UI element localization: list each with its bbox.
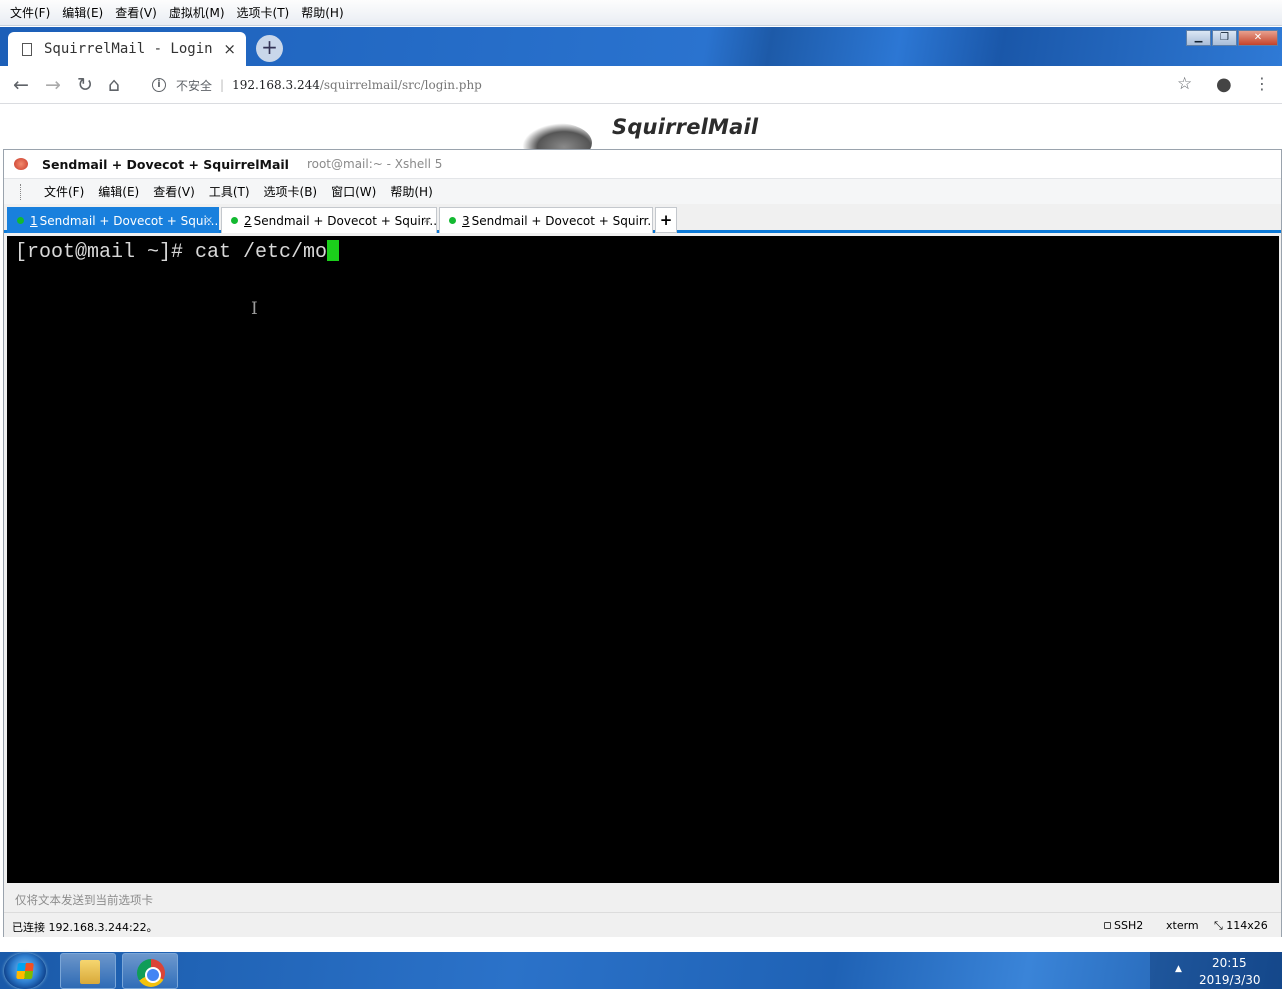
- clock-time[interactable]: 20:15: [1212, 956, 1247, 970]
- xshell-menu-window[interactable]: 窗口(W): [324, 183, 383, 200]
- home-icon[interactable]: ⌂: [108, 74, 120, 96]
- xshell-menu-tools[interactable]: 工具(T): [202, 183, 257, 200]
- vm-menu-file[interactable]: 文件(F): [4, 4, 56, 21]
- chrome-icon: [137, 959, 165, 987]
- tab-close-icon[interactable]: ×: [423, 215, 431, 226]
- security-label[interactable]: 不安全: [176, 77, 212, 94]
- xshell-menu-file[interactable]: 文件(F): [37, 183, 91, 200]
- vm-menu-vm[interactable]: 虚拟机(M): [163, 4, 231, 21]
- add-tab-button[interactable]: +: [655, 207, 677, 233]
- star-icon[interactable]: ☆: [1177, 74, 1192, 94]
- connected-dot-icon: [17, 217, 24, 224]
- browser-toolbar: ← → ↻ ⌂ i 不安全 | 192.168.3.244 /squirrelm…: [0, 66, 1282, 104]
- lock-icon: [1104, 922, 1111, 929]
- clock-date[interactable]: 2019/3/30: [1199, 973, 1261, 987]
- xshell-tabbar: 1 Sendmail + Dovecot + Squi... × 2 Sendm…: [4, 205, 1281, 233]
- connection-status: 已连接 192.168.3.244:22。: [12, 921, 158, 934]
- terminal-cursor: [327, 240, 340, 261]
- address-separator: |: [220, 78, 225, 92]
- url-path[interactable]: /squirrelmail/src/login.php: [320, 78, 482, 92]
- window-controls: ▁ ❐ ✕: [1185, 30, 1278, 46]
- compose-bar[interactable]: 仅将文本发送到当前选项卡: [4, 883, 1281, 913]
- squirrelmail-logo: SquirrelMail: [612, 115, 759, 139]
- xshell-session-title: Sendmail + Dovecot + SquirrelMail: [42, 156, 289, 172]
- connected-dot-icon: [231, 217, 238, 224]
- info-icon[interactable]: i: [152, 78, 166, 92]
- session-tab-1[interactable]: 1 Sendmail + Dovecot + Squi... ×: [7, 207, 219, 233]
- xshell-titlebar: Sendmail + Dovecot + SquirrelMail root@m…: [4, 150, 1281, 178]
- session-tab-2[interactable]: 2 Sendmail + Dovecot + Squirr... ×: [221, 207, 437, 233]
- compose-placeholder: 仅将文本发送到当前选项卡: [15, 893, 153, 907]
- xshell-window-title: root@mail:~ - Xshell 5: [306, 157, 443, 171]
- resize-icon: ⤡: [1214, 919, 1227, 932]
- web-page: SquirrelMail: [0, 105, 1282, 149]
- xshell-menubar: 文件(F) 编辑(E) 查看(V) 工具(T) 选项卡(B) 窗口(W) 帮助(…: [4, 178, 1281, 204]
- vm-menubar: 文件(F) 编辑(E) 查看(V) 虚拟机(M) 选项卡(T) 帮助(H): [0, 0, 1282, 26]
- close-button[interactable]: ✕: [1238, 30, 1278, 46]
- protocol-status: SSH2: [1104, 919, 1143, 932]
- terminal-size: ⤡ 114x26: [1214, 919, 1268, 932]
- address-bar[interactable]: i 不安全 | 192.168.3.244 /squirrelmail/src/…: [146, 73, 1166, 97]
- new-tab-button[interactable]: +: [256, 35, 283, 62]
- xshell-logo-icon: [14, 158, 28, 170]
- terminal-type: xterm: [1166, 919, 1199, 932]
- taskbar-chrome[interactable]: [122, 953, 178, 989]
- folder-icon: [80, 960, 100, 984]
- windows-logo-icon: [16, 963, 34, 979]
- squirrel-logo-icon: [522, 123, 592, 149]
- vm-menu-view[interactable]: 查看(V): [109, 4, 163, 21]
- terminal-line: [root@mail ~]# cat /etc/mo: [15, 240, 340, 264]
- browser-tab-title: SquirrelMail - Login: [44, 41, 213, 57]
- xshell-menu-tabs[interactable]: 选项卡(B): [257, 183, 325, 200]
- session-tab-label: Sendmail + Dovecot + Squirr...: [253, 213, 437, 228]
- account-icon[interactable]: ●: [1216, 74, 1232, 95]
- page-icon: [22, 42, 32, 56]
- start-button[interactable]: [4, 953, 46, 989]
- maximize-button[interactable]: ❐: [1212, 30, 1237, 46]
- connected-dot-icon: [449, 217, 456, 224]
- taskbar: ▲ 20:15 2019/3/30: [0, 952, 1282, 989]
- session-tab-label: Sendmail + Dovecot + Squi...: [39, 213, 219, 228]
- xshell-menu-edit[interactable]: 编辑(E): [91, 183, 146, 200]
- reload-icon[interactable]: ↻: [77, 74, 93, 96]
- session-tab-label: Sendmail + Dovecot + Squirr...: [471, 213, 653, 228]
- vm-menu-tabs[interactable]: 选项卡(T): [231, 4, 296, 21]
- terminal[interactable]: [root@mail ~]# cat /etc/mo I: [7, 236, 1279, 883]
- url-host[interactable]: 192.168.3.244: [232, 78, 320, 92]
- browser-tab[interactable]: SquirrelMail - Login ×: [8, 32, 246, 66]
- menu-icon[interactable]: ⋮: [1254, 74, 1270, 93]
- xshell-statusbar: 已连接 192.168.3.244:22。 SSH2 xterm ⤡ 114x2…: [4, 914, 1281, 937]
- tab-close-icon[interactable]: ×: [223, 40, 236, 58]
- xshell-menu-view[interactable]: 查看(V): [146, 183, 202, 200]
- tray-expand-icon[interactable]: ▲: [1175, 964, 1182, 974]
- forward-icon[interactable]: →: [45, 74, 61, 96]
- vm-menu-help[interactable]: 帮助(H): [295, 4, 349, 21]
- vm-menu-edit[interactable]: 编辑(E): [56, 4, 109, 21]
- xshell-window: Sendmail + Dovecot + SquirrelMail root@m…: [3, 149, 1282, 937]
- xshell-menu-help[interactable]: 帮助(H): [383, 183, 439, 200]
- toolbar-grip[interactable]: [20, 183, 35, 200]
- minimize-button[interactable]: ▁: [1186, 30, 1211, 46]
- back-icon[interactable]: ←: [13, 74, 29, 96]
- browser-titlebar: SquirrelMail - Login × + ▁ ❐ ✕: [0, 27, 1282, 66]
- tab-close-icon[interactable]: ×: [205, 215, 213, 226]
- text-cursor-icon: I: [251, 299, 258, 319]
- session-tab-3[interactable]: 3 Sendmail + Dovecot + Squirr...: [439, 207, 653, 233]
- terminal-text: [root@mail ~]# cat /etc/mo: [15, 241, 328, 264]
- taskbar-explorer[interactable]: [60, 953, 116, 989]
